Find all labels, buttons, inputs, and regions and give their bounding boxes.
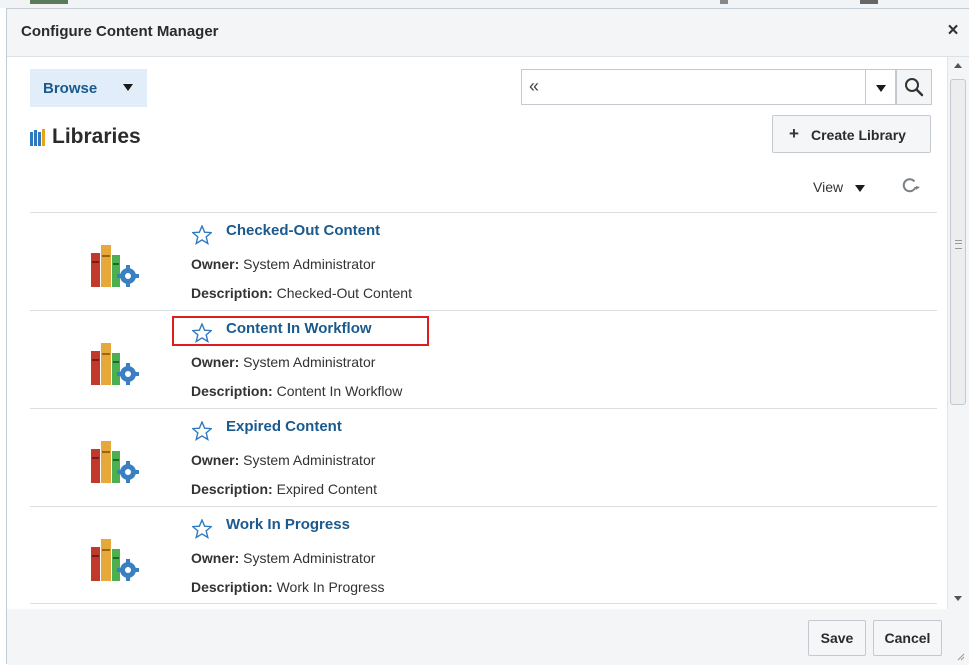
description-label: Description: bbox=[191, 481, 273, 497]
favorite-star-icon[interactable] bbox=[192, 519, 212, 539]
libraries-title: Libraries bbox=[52, 125, 141, 148]
background-app-strip bbox=[0, 0, 969, 8]
description-value: Expired Content bbox=[276, 481, 377, 497]
library-description: Description: Content In Workflow bbox=[191, 383, 402, 399]
owner-label: Owner: bbox=[191, 256, 240, 272]
create-library-button[interactable]: + Create Library bbox=[772, 115, 931, 153]
dropdown-arrow-icon bbox=[876, 85, 886, 92]
scroll-up-arrow-icon[interactable] bbox=[954, 63, 962, 68]
owner-label: Owner: bbox=[191, 452, 240, 468]
library-row: Checked-Out Content Owner: System Admini… bbox=[30, 212, 937, 310]
cancel-button[interactable]: Cancel bbox=[873, 620, 942, 656]
owner-label: Owner: bbox=[191, 354, 240, 370]
description-label: Description: bbox=[191, 579, 273, 595]
owner-value: System Administrator bbox=[243, 256, 376, 272]
library-row: Expired Content Owner: System Administra… bbox=[30, 408, 937, 506]
scroll-down-arrow-icon[interactable] bbox=[954, 596, 962, 601]
search-input[interactable] bbox=[552, 74, 856, 102]
description-label: Description: bbox=[191, 285, 273, 301]
library-description: Description: Expired Content bbox=[191, 481, 377, 497]
view-label: View bbox=[813, 179, 844, 195]
owner-value: System Administrator bbox=[243, 452, 376, 468]
browse-label: Browse bbox=[43, 80, 98, 97]
library-row: Content In Workflow Owner: System Admini… bbox=[30, 310, 937, 408]
close-icon[interactable]: × bbox=[943, 21, 963, 41]
dialog-content: Browse « Libraries + Create Library View… bbox=[7, 57, 969, 609]
dialog-titlebar: Configure Content Manager × bbox=[7, 9, 969, 57]
collapse-chevrons-icon[interactable]: « bbox=[529, 76, 539, 97]
library-settings-icon bbox=[91, 441, 139, 483]
search-icon bbox=[905, 78, 924, 97]
dialog-title: Configure Content Manager bbox=[21, 23, 219, 40]
library-row: Work In Progress Owner: System Administr… bbox=[30, 506, 937, 604]
library-settings-icon bbox=[91, 343, 139, 385]
description-value: Checked-Out Content bbox=[276, 285, 412, 301]
library-owner: Owner: System Administrator bbox=[191, 550, 375, 566]
library-description: Description: Checked-Out Content bbox=[191, 285, 412, 301]
create-library-label: Create Library bbox=[811, 127, 906, 143]
favorite-star-icon[interactable] bbox=[192, 225, 212, 245]
scrollbar-thumb[interactable] bbox=[950, 79, 966, 405]
library-settings-icon bbox=[91, 539, 139, 581]
refresh-icon[interactable] bbox=[900, 175, 920, 195]
owner-value: System Administrator bbox=[243, 550, 376, 566]
browse-menu-button[interactable]: Browse bbox=[30, 69, 147, 107]
configure-content-manager-dialog: Configure Content Manager × Browse « Lib… bbox=[6, 8, 969, 665]
library-owner: Owner: System Administrator bbox=[191, 354, 375, 370]
search-button[interactable] bbox=[896, 69, 932, 105]
grip-icon bbox=[955, 240, 962, 249]
library-description: Description: Work In Progress bbox=[191, 579, 384, 595]
description-label: Description: bbox=[191, 383, 273, 399]
library-owner: Owner: System Administrator bbox=[191, 256, 375, 272]
dropdown-arrow-icon bbox=[855, 185, 865, 192]
view-menu[interactable]: View bbox=[813, 179, 865, 199]
library-owner: Owner: System Administrator bbox=[191, 452, 375, 468]
description-value: Content In Workflow bbox=[276, 383, 403, 399]
library-title-link[interactable]: Expired Content bbox=[226, 418, 342, 435]
save-button[interactable]: Save bbox=[808, 620, 866, 656]
resize-grip-icon[interactable] bbox=[955, 651, 965, 661]
library-list: Checked-Out Content Owner: System Admini… bbox=[30, 212, 937, 604]
libraries-icon bbox=[30, 129, 45, 146]
owner-label: Owner: bbox=[191, 550, 240, 566]
library-title-link[interactable]: Checked-Out Content bbox=[226, 222, 380, 239]
owner-value: System Administrator bbox=[243, 354, 376, 370]
dialog-footer: Save Cancel bbox=[7, 610, 969, 665]
library-title-link[interactable]: Content In Workflow bbox=[226, 320, 372, 337]
dropdown-arrow-icon bbox=[123, 84, 133, 91]
library-settings-icon bbox=[91, 245, 139, 287]
search-options-dropdown[interactable] bbox=[866, 69, 896, 105]
plus-icon: + bbox=[789, 124, 799, 143]
favorite-star-icon[interactable] bbox=[192, 421, 212, 441]
search-box: « bbox=[521, 69, 866, 105]
library-title-link[interactable]: Work In Progress bbox=[226, 516, 350, 533]
description-value: Work In Progress bbox=[276, 579, 385, 595]
favorite-star-icon[interactable] bbox=[192, 323, 212, 343]
vertical-scrollbar[interactable] bbox=[947, 57, 969, 609]
